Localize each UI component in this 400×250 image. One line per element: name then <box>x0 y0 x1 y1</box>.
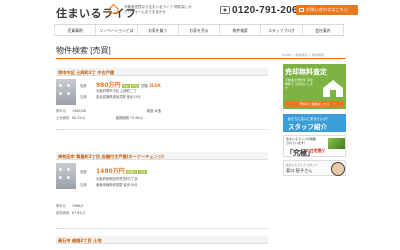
staff-title: スタッフ紹介 <box>288 123 327 131</box>
sell-subtitle: 不動産の売却を 完全無料で お手伝いします <box>285 78 313 91</box>
listing-header[interactable]: 高石市 綾園2丁目 土地 <box>56 236 268 244</box>
staff-avatar <box>331 162 345 176</box>
listing-photo[interactable] <box>56 163 76 189</box>
spec-label: 築年月 <box>56 204 66 208</box>
magazine-banner[interactable]: 住まいるライフが掲載されています！ 「究極」 の住宅選び <box>283 135 346 157</box>
site-header: 住まいるライフ 不動産売買なら住まいるライフ 物件探しからリフォームまでおまかせ… <box>0 0 400 22</box>
listing-address: 大阪府岸和田市箕島町2丁目 <box>96 177 138 181</box>
listing-structure: 木造 <box>154 109 162 113</box>
listing-divider <box>56 129 268 130</box>
spec-label: 交通 <box>80 183 87 187</box>
nav-item-search[interactable]: 物件検索 <box>220 25 262 35</box>
sell-appraisal-banner[interactable]: 売却無料査定 不動産の売却を 完全無料で お手伝いします 売却のご相談はこちら <box>283 64 346 109</box>
spec-label: 建物面積 <box>115 116 129 120</box>
breadcrumb[interactable]: HOME > 物件検索 > 物件検索 <box>282 53 324 57</box>
magazine-caption: 住まいるライフが掲載されています！ <box>286 137 317 145</box>
spec-row-price: 価格 1480万円 店舗付 戸建 <box>80 166 148 175</box>
staff-card[interactable]: 住まいるライフ スタッフ 菊口 智子さん <box>283 160 346 176</box>
contact-label: お問い合わせはこちら <box>306 7 348 12</box>
magazine-cover-image <box>328 138 345 149</box>
phone-number[interactable]: 0120-791-206 <box>232 5 298 16</box>
sell-consult-button[interactable]: 売却のご相談はこちら <box>285 101 344 107</box>
phone-icon <box>220 6 230 14</box>
listing-address: 大阪府堺市中区 土師町二丁 <box>96 89 137 93</box>
staff-intro-banner[interactable]: 私たちに会いに来ませんか？ スタッフ紹介 <box>283 114 346 132</box>
listing-traffic: 南海本線岸和田駅 徒歩10分 <box>96 183 138 187</box>
listing-title[interactable]: 高石市 綾園2丁目 土地 <box>58 238 102 244</box>
sell-title: 売却無料査定 <box>285 68 327 76</box>
contact-button[interactable]: お問い合わせはこちら <box>296 5 358 15</box>
site-tagline: 不動産売買なら住まいるライフ 物件探しからリフォームまでおまかせ <box>124 5 192 14</box>
listing-built: 1965/08 <box>72 109 86 113</box>
spec-label: 交通 <box>80 95 87 99</box>
listing-title[interactable]: 岸和田市 箕島町2丁目 店舗付き戸建(オーナーチェンジ) <box>58 154 164 160</box>
listing-traffic: 泉北高速鉄道深井駅 徒歩15分 <box>96 95 141 99</box>
spec-row-address: 大阪府堺市中区 土師町二丁 <box>80 88 137 93</box>
spec-row-built: 築年月 1986/1 <box>56 203 84 208</box>
mail-icon <box>299 8 304 12</box>
spec-label: 建物面積 <box>56 211 70 215</box>
spec-label: 築年月 <box>56 109 66 113</box>
listing-building-area: 67.63㎡ <box>72 211 85 215</box>
spec-row-area: 建物面積 67.63㎡ <box>56 210 85 215</box>
spec-row-built: 築年月 1965/08 構造 木造 <box>56 108 161 113</box>
listing-building-area: 72.98㎡ <box>130 116 143 120</box>
tag-badge: 店舗付 <box>125 170 138 174</box>
nav-item-buy[interactable]: お家を買う <box>138 25 179 35</box>
title-divider <box>56 58 346 59</box>
main-nav: 売買事例 リノベーションとは お家を買う お家を売る 物件検索 スタッフブログ … <box>54 24 344 36</box>
house-icon <box>323 80 343 97</box>
listing-land-area: 80.29㎡ <box>72 116 85 120</box>
page-title: 物件検索 [売買] <box>56 46 111 55</box>
spec-label: 間取 <box>141 84 149 88</box>
staff-card-name: 菊口 智子さん <box>286 168 313 173</box>
nav-item-cases[interactable]: 売買事例 <box>54 25 97 35</box>
listing-layout: 3LDK <box>149 83 161 88</box>
nav-item-company[interactable]: 会社案内 <box>303 25 344 35</box>
nav-item-renovation[interactable]: リノベーションとは <box>96 25 138 35</box>
listing-photo[interactable] <box>56 79 76 105</box>
listing-header[interactable]: 岸和田市 箕島町2丁目 店舗付き戸建(オーナーチェンジ) <box>56 152 268 160</box>
listing-built: 1986/1 <box>72 204 84 208</box>
spec-row-area: 土地面積 80.29㎡ 建物面積 72.98㎡ <box>56 115 143 120</box>
magazine-subhead: の住宅選び <box>306 148 325 153</box>
nav-item-blog[interactable]: スタッフブログ <box>261 25 303 35</box>
staff-card-caption: 住まいるライフ スタッフ <box>286 163 318 167</box>
listing-title[interactable]: 堺市中区 土師町2丁 中古戸建 <box>58 70 114 76</box>
spec-row-traffic: 交通 泉北高速鉄道深井駅 徒歩15分 <box>80 94 141 99</box>
spec-row-address: 大阪府岸和田市箕島町2丁目 <box>80 176 138 181</box>
tag-badge: 戸建 <box>138 170 147 174</box>
listing-header[interactable]: 堺市中区 土師町2丁 中古戸建 <box>56 68 268 76</box>
spec-label: 価格 <box>80 170 87 174</box>
listing-divider <box>56 228 268 229</box>
spec-row-traffic: 交通 南海本線岸和田駅 徒歩10分 <box>80 182 138 187</box>
house-logo-icon <box>108 3 119 14</box>
spec-label: 土地面積 <box>56 116 70 120</box>
spec-label: 構造 <box>146 109 154 113</box>
page: 住まいるライフ 不動産売買なら住まいるライフ 物件探しからリフォームまでおまかせ… <box>0 0 400 250</box>
nav-item-sell[interactable]: お家を売る <box>179 25 221 35</box>
listing-price: 1480万円 <box>96 168 125 175</box>
